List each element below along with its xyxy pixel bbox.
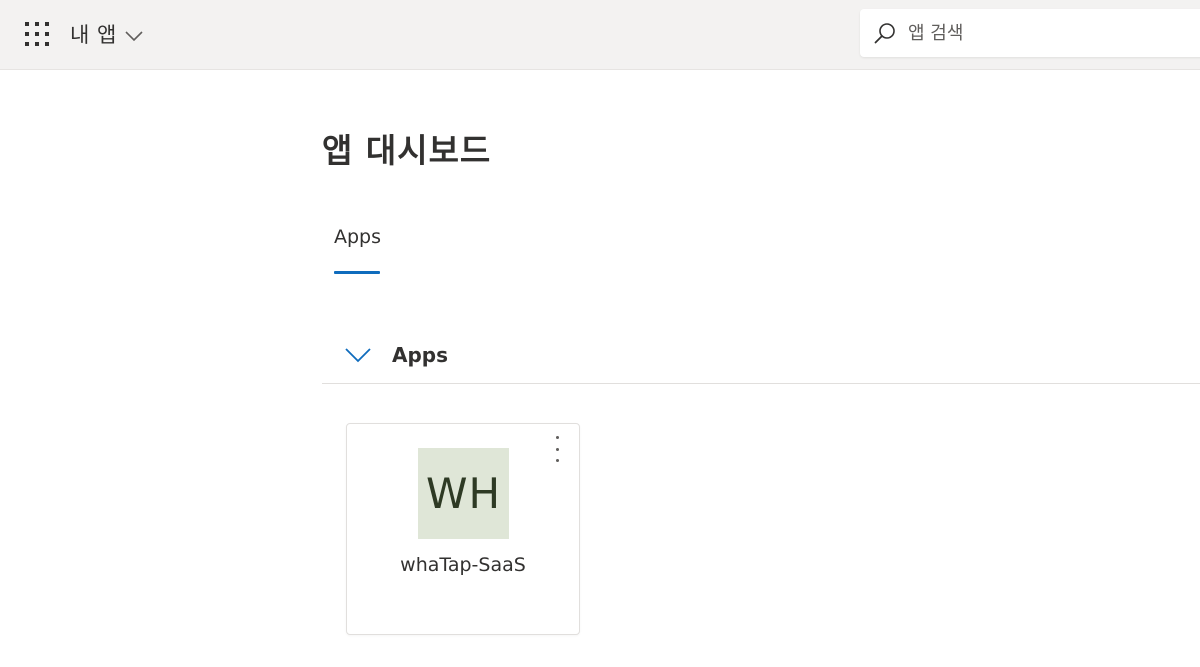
app-switcher-label: 내 앱 <box>70 23 117 47</box>
search-icon <box>874 23 895 44</box>
more-vertical-icon[interactable] <box>549 436 565 462</box>
tab-apps[interactable]: Apps <box>334 226 381 274</box>
page-title: 앱 대시보드 <box>322 131 492 170</box>
top-bar: 내 앱 <box>0 0 1200 70</box>
app-card[interactable]: WH whaTap-SaaS <box>346 423 580 635</box>
search-input[interactable] <box>906 21 1190 45</box>
chevron-down-icon <box>345 347 371 362</box>
search-box[interactable] <box>860 9 1200 57</box>
apps-section-toggle[interactable]: Apps <box>322 326 1200 384</box>
app-switcher-dropdown[interactable]: 내 앱 <box>70 18 143 50</box>
waffle-grid-icon[interactable] <box>24 21 50 47</box>
chevron-down-icon <box>125 30 143 41</box>
app-initials-tile: WH <box>418 448 509 539</box>
tab-active-indicator <box>334 271 380 274</box>
tab-apps-label: Apps <box>334 226 382 248</box>
app-name: whaTap-SaaS <box>400 554 526 576</box>
section-label: Apps <box>392 342 449 367</box>
